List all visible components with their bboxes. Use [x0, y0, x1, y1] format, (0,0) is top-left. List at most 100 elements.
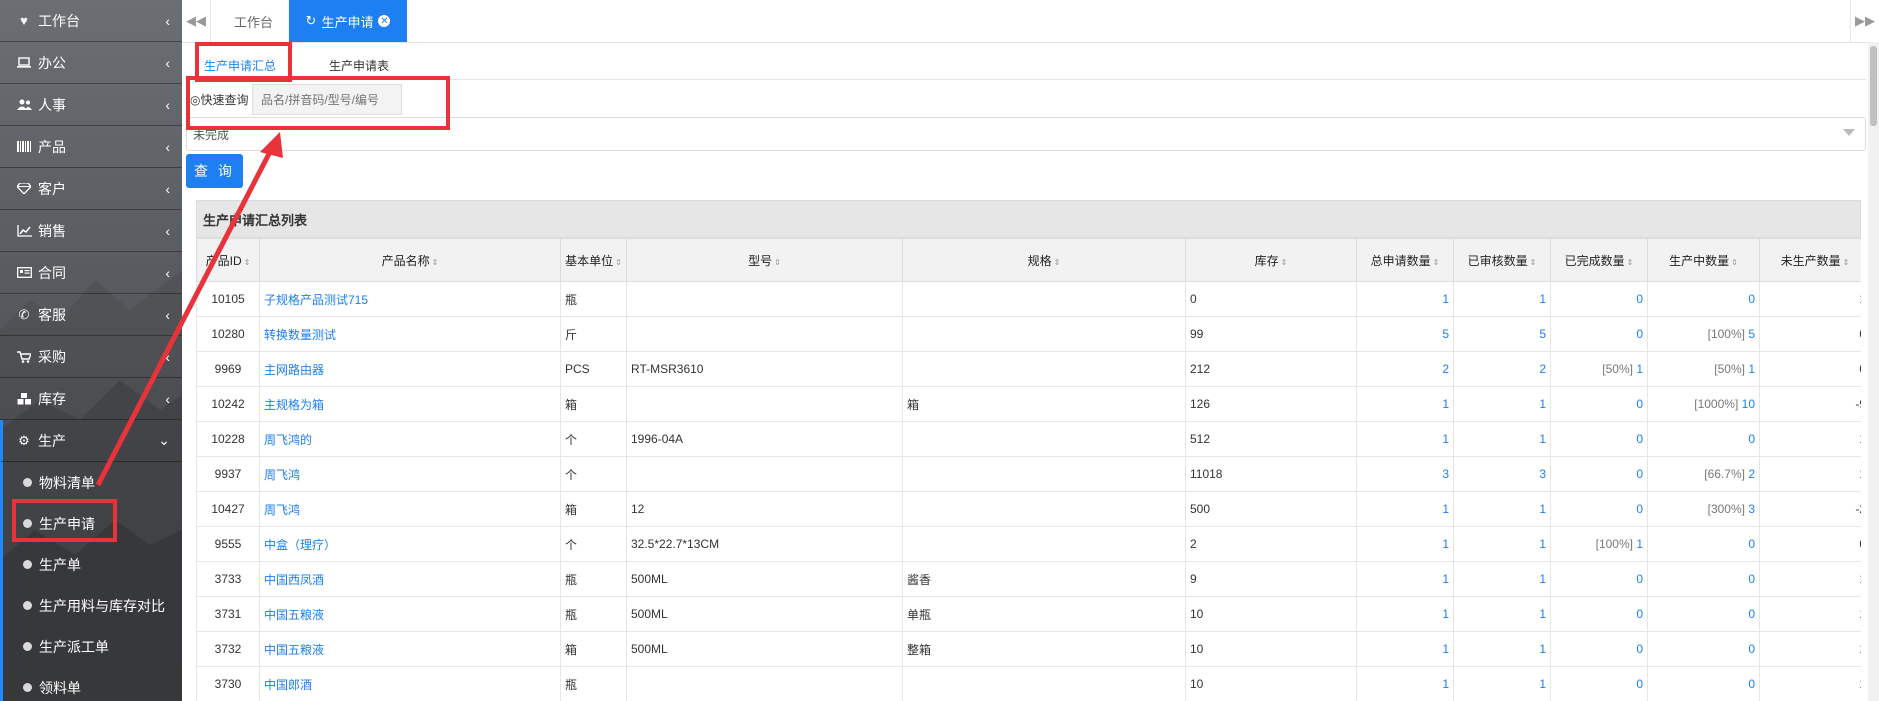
column-header-approved[interactable]: 已审核数量 ⇕: [1453, 238, 1551, 282]
cell-total-link[interactable]: 2: [1356, 351, 1454, 387]
page-scrollbar[interactable]: [1868, 42, 1879, 701]
cell-inprogress[interactable]: 0: [1647, 561, 1760, 597]
cell-approved-link[interactable]: 1: [1453, 491, 1551, 527]
cell-done[interactable]: 0: [1550, 421, 1648, 457]
table-row[interactable]: 3732中国五粮液箱500ML整箱1011 0 01: [196, 631, 1861, 667]
done-value-link[interactable]: 0: [1636, 467, 1643, 481]
sidebar-item-production[interactable]: ⚙ 生产 ⌄: [0, 420, 182, 462]
column-header-unit[interactable]: 基本单位 ⇕: [560, 238, 627, 282]
cell-total-link[interactable]: 3: [1356, 456, 1454, 492]
inprogress-value-link[interactable]: 10: [1742, 397, 1755, 411]
done-value-link[interactable]: 0: [1636, 642, 1643, 656]
inprogress-value-link[interactable]: 0: [1748, 607, 1755, 621]
cell-done[interactable]: [100%] 1: [1550, 526, 1648, 562]
cell-product-name-link[interactable]: 主规格为箱: [259, 386, 561, 422]
done-value-link[interactable]: 0: [1636, 397, 1643, 411]
table-row[interactable]: 10242主规格为箱箱箱12611 0[1000%] 10-9: [196, 386, 1861, 422]
table-row[interactable]: 3733中国西凤酒瓶500ML酱香911 0 01: [196, 561, 1861, 597]
cell-approved-link[interactable]: 2: [1453, 351, 1551, 387]
cell-inprogress[interactable]: [300%] 3: [1647, 491, 1760, 527]
cell-product-name-link[interactable]: 周飞鸿: [259, 456, 561, 492]
cell-approved-link[interactable]: 1: [1453, 631, 1551, 667]
cell-product-name-link[interactable]: 主网路由器: [259, 351, 561, 387]
cell-total-link[interactable]: 1: [1356, 491, 1454, 527]
inprogress-value-link[interactable]: 3: [1748, 502, 1755, 516]
subtab-request-form[interactable]: 生产申请表: [329, 57, 389, 74]
table-row[interactable]: 9937周飞鸿个1101833 0[66.7%] 21: [196, 456, 1861, 492]
column-header-inprogress[interactable]: 生产中数量 ⇕: [1647, 238, 1760, 282]
cell-inprogress[interactable]: 0: [1647, 421, 1760, 457]
inprogress-value-link[interactable]: 0: [1748, 677, 1755, 691]
cell-done[interactable]: 0: [1550, 491, 1648, 527]
cell-product-name-link[interactable]: 中国五粮液: [259, 596, 561, 632]
tab-workbench[interactable]: 工作台: [220, 0, 287, 42]
done-value-link[interactable]: 0: [1636, 677, 1643, 691]
sidebar-item-office[interactable]: 办公 ‹: [0, 42, 182, 84]
sidebar-subitem-production-order[interactable]: 生产单: [0, 544, 182, 585]
column-header-name[interactable]: 产品名称 ⇕: [259, 238, 561, 282]
done-value-link[interactable]: 1: [1636, 362, 1643, 376]
cell-approved-link[interactable]: 1: [1453, 596, 1551, 632]
cell-approved-link[interactable]: 1: [1453, 561, 1551, 597]
cell-approved-link[interactable]: 1: [1453, 281, 1551, 317]
sidebar-item-hr[interactable]: 人事 ‹: [0, 84, 182, 126]
cell-done[interactable]: [50%] 1: [1550, 351, 1648, 387]
table-row[interactable]: 10280转换数量测试斤9955 0[100%] 50: [196, 316, 1861, 352]
table-row[interactable]: 3731中国五粮液瓶500ML单瓶1011 0 01: [196, 596, 1861, 632]
sidebar-item-customer[interactable]: 客户 ‹: [0, 168, 182, 210]
inprogress-value-link[interactable]: 5: [1748, 327, 1755, 341]
cell-done[interactable]: 0: [1550, 316, 1648, 352]
cell-inprogress[interactable]: [1000%] 10: [1647, 386, 1760, 422]
cell-approved-link[interactable]: 1: [1453, 526, 1551, 562]
table-row[interactable]: 9555中盒（理疗）个32.5*22.7*13CM211[100%] 1 00: [196, 526, 1861, 562]
cell-product-name-link[interactable]: 中盒（理疗）: [259, 526, 561, 562]
sidebar-item-contract[interactable]: 合同 ‹: [0, 252, 182, 294]
inprogress-value-link[interactable]: 0: [1748, 537, 1755, 551]
sidebar-item-service[interactable]: ✆ 客服 ‹: [0, 294, 182, 336]
sidebar-item-workbench[interactable]: ♥ 工作台 ‹: [0, 0, 182, 42]
cell-total-link[interactable]: 1: [1356, 421, 1454, 457]
column-header-notdone[interactable]: 未生产数量 ⇕: [1759, 238, 1861, 282]
column-header-model[interactable]: 型号 ⇕: [626, 238, 903, 282]
sidebar-subitem-bom[interactable]: 物料清单: [0, 462, 182, 503]
inprogress-value-link[interactable]: 0: [1748, 432, 1755, 446]
cell-done[interactable]: 0: [1550, 456, 1648, 492]
inprogress-value-link[interactable]: 0: [1748, 642, 1755, 656]
table-row[interactable]: 3730中国郎酒瓶1011 0 01: [196, 666, 1861, 701]
sidebar-subitem-dispatch-order[interactable]: 生产派工单: [0, 626, 182, 667]
done-value-link[interactable]: 0: [1636, 607, 1643, 621]
cell-done[interactable]: 0: [1550, 561, 1648, 597]
cell-product-name-link[interactable]: 中国西凤酒: [259, 561, 561, 597]
cell-inprogress[interactable]: 0: [1647, 526, 1760, 562]
column-header-stock[interactable]: 库存 ⇕: [1185, 238, 1357, 282]
cell-product-name-link[interactable]: 中国郎酒: [259, 666, 561, 701]
cell-product-name-link[interactable]: 转换数量测试: [259, 316, 561, 352]
close-icon[interactable]: ✕: [378, 15, 391, 27]
cell-done[interactable]: 0: [1550, 666, 1648, 701]
done-value-link[interactable]: 0: [1636, 432, 1643, 446]
cell-total-link[interactable]: 5: [1356, 316, 1454, 352]
cell-total-link[interactable]: 1: [1356, 561, 1454, 597]
done-value-link[interactable]: 0: [1636, 327, 1643, 341]
column-header-total[interactable]: 总申请数量 ⇕: [1356, 238, 1454, 282]
cell-inprogress[interactable]: 0: [1647, 596, 1760, 632]
inprogress-value-link[interactable]: 2: [1748, 467, 1755, 481]
cell-total-link[interactable]: 1: [1356, 526, 1454, 562]
done-value-link[interactable]: 1: [1636, 537, 1643, 551]
quick-search-input[interactable]: [252, 84, 402, 115]
scrollbar-thumb[interactable]: [1870, 46, 1877, 126]
cell-inprogress[interactable]: [66.7%] 2: [1647, 456, 1760, 492]
inprogress-value-link[interactable]: 1: [1748, 362, 1755, 376]
sidebar-item-product[interactable]: 产品 ‹: [0, 126, 182, 168]
table-row[interactable]: 10228周飞鸿的个1996-04A51211 0 01: [196, 421, 1861, 457]
cell-done[interactable]: 0: [1550, 281, 1648, 317]
cell-product-name-link[interactable]: 周飞鸿: [259, 491, 561, 527]
subtab-summary[interactable]: 生产申请汇总: [204, 57, 276, 74]
cell-inprogress[interactable]: 0: [1647, 666, 1760, 701]
cell-approved-link[interactable]: 1: [1453, 421, 1551, 457]
cell-inprogress[interactable]: [50%] 1: [1647, 351, 1760, 387]
cell-done[interactable]: 0: [1550, 596, 1648, 632]
cell-done[interactable]: 0: [1550, 631, 1648, 667]
cell-product-name-link[interactable]: 周飞鸿的: [259, 421, 561, 457]
inprogress-value-link[interactable]: 0: [1748, 572, 1755, 586]
